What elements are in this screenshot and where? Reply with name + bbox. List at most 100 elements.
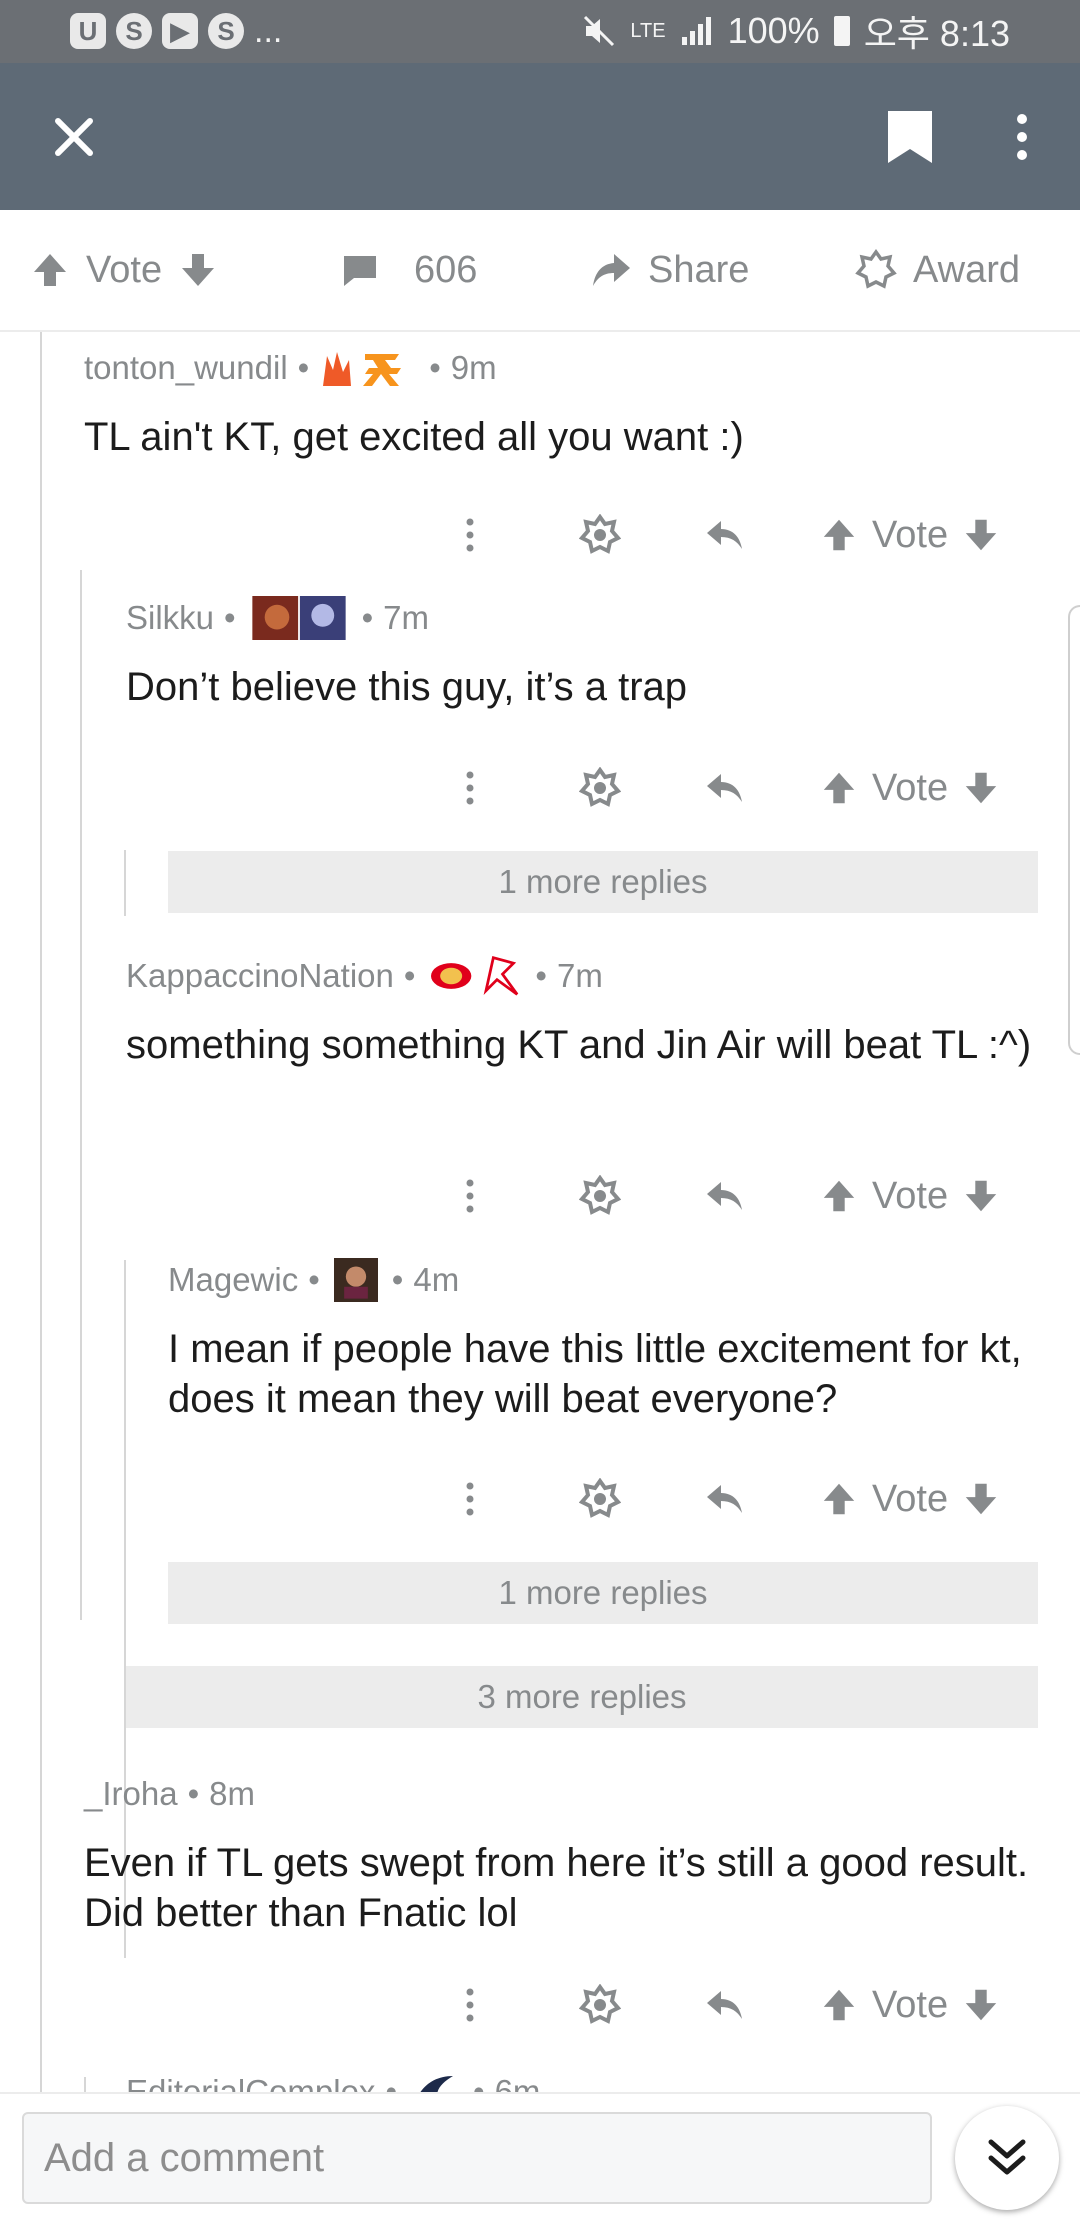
more-vert-icon[interactable] (440, 1975, 500, 2035)
comment-composer: Add a comment (0, 2092, 1080, 2220)
downvote-icon[interactable] (962, 1177, 1000, 1215)
close-icon[interactable] (44, 107, 104, 167)
champion-flair-icon (333, 1258, 378, 1302)
thread-line (84, 2077, 86, 2092)
comment-vote: Vote (820, 1975, 1040, 2035)
vote-label: Vote (872, 1983, 949, 2026)
comment-author[interactable]: Silkku (126, 599, 214, 637)
share-icon (593, 254, 630, 286)
youtube-notification-icon: ▶ (162, 13, 198, 49)
more-vert-icon[interactable] (440, 505, 500, 565)
downvote-icon[interactable] (962, 1480, 1000, 1518)
award-icon[interactable] (570, 505, 630, 565)
app-notification-icon: S (208, 13, 244, 49)
more-vert-icon[interactable] (440, 1166, 500, 1226)
comments-button[interactable]: 606 (340, 240, 477, 300)
thread-line (40, 332, 42, 2092)
comment-body: TL ain't KT, get excited all you want :) (84, 415, 744, 459)
award-icon[interactable] (570, 1469, 630, 1529)
upvote-icon[interactable] (820, 769, 858, 807)
comment-actions: Vote (440, 1469, 1040, 1529)
upvote-icon[interactable] (820, 516, 858, 554)
comment-list: tonton_wundil • • 9m TL ain't KT, get ex… (0, 332, 1080, 2092)
reply-icon[interactable] (695, 505, 755, 565)
battery-icon (833, 16, 850, 46)
upvote-icon[interactable] (820, 1986, 858, 2024)
comment-author[interactable]: KappaccinoNation (126, 957, 394, 995)
comment-body: something something KT and Jin Air will … (126, 1023, 1032, 1067)
upvote-icon[interactable] (820, 1177, 858, 1215)
comment-time: 7m (383, 599, 429, 636)
more-replies-button[interactable]: 1 more replies (168, 851, 1038, 913)
comment-actions: Vote (440, 758, 1040, 818)
battery-percent: 100% (727, 10, 820, 51)
more-replies-button[interactable]: 1 more replies (168, 1562, 1038, 1624)
downvote-icon[interactable] (962, 1986, 1000, 2024)
downvote-icon[interactable] (962, 516, 1000, 554)
award-icon[interactable] (570, 1975, 630, 2035)
award-button[interactable]: Award (855, 240, 1020, 300)
reply-icon[interactable] (695, 758, 755, 818)
comment-author[interactable]: EditorialComplex (126, 2073, 375, 2092)
post-vote: Vote (30, 240, 218, 300)
comment: tonton_wundil • • 9m TL ain't KT, get ex… (84, 346, 1044, 462)
post-action-bar: Vote 606 Share Award (0, 210, 1080, 332)
comment-body: I mean if people have this little excite… (168, 1327, 1022, 1421)
upvote-icon[interactable] (30, 250, 70, 290)
app-notification-icon: S (116, 13, 152, 49)
comment-time: 4m (413, 1261, 460, 1298)
double-chevron-down-icon (988, 2139, 1026, 2175)
downvote-icon[interactable] (178, 250, 218, 290)
network-type: LTE (630, 19, 666, 42)
comment-time: 6m (494, 2073, 541, 2092)
team-flair-icon (431, 955, 519, 996)
signal-icon (681, 17, 711, 45)
app-bar (0, 63, 1080, 210)
reply-icon[interactable] (695, 1975, 755, 2035)
comment-author[interactable]: _Iroha (84, 1775, 178, 1813)
more-replies-button[interactable]: 3 more replies (126, 1666, 1038, 1728)
comment-author[interactable]: Magewic (168, 1261, 298, 1299)
comment-input[interactable]: Add a comment (22, 2112, 932, 2204)
bookmark-icon[interactable] (882, 107, 938, 167)
comment-time: 8m (209, 1775, 255, 1812)
comment-author[interactable]: tonton_wundil (84, 349, 288, 387)
vote-label: Vote (872, 766, 949, 809)
comment-time: 7m (556, 957, 603, 994)
thread-line (80, 570, 82, 1620)
comment-actions: Vote (440, 1975, 1040, 2035)
reply-icon[interactable] (695, 1469, 755, 1529)
team-flair-icon (420, 2076, 453, 2092)
scroll-handle[interactable] (1068, 605, 1080, 1055)
share-button[interactable]: Share (590, 240, 749, 300)
comment: Silkku • • 7m Don’t believe this guy, it… (126, 596, 1046, 712)
award-icon[interactable] (570, 758, 630, 818)
next-comment-button[interactable] (955, 2106, 1059, 2210)
app-notification-icon: U (70, 13, 106, 49)
vote-label: Vote (872, 513, 949, 556)
thread-line (124, 850, 126, 916)
comment: EditorialComplex • • 6m (126, 2070, 1026, 2092)
upvote-icon[interactable] (820, 1480, 858, 1518)
comment-actions: Vote (440, 505, 1040, 565)
reply-icon[interactable] (695, 1166, 755, 1226)
comment-time: 9m (450, 349, 497, 386)
comment: Magewic • • 4m I mean if people have thi… (168, 1258, 1048, 1424)
team-flair-icon (323, 352, 402, 386)
comment: _Iroha • 8m Even if TL gets swept from h… (84, 1772, 1044, 1938)
award-icon[interactable] (570, 1166, 630, 1226)
downvote-icon[interactable] (962, 769, 1000, 807)
vote-label: Vote (86, 248, 163, 291)
share-label: Share (648, 248, 750, 291)
more-vert-icon[interactable] (1000, 107, 1044, 167)
clock: 오후 8:13 (863, 13, 1010, 54)
comment-vote: Vote (820, 1166, 1040, 1226)
more-vert-icon[interactable] (440, 1469, 500, 1529)
comment-vote: Vote (820, 758, 1040, 818)
comment-vote: Vote (820, 1469, 1040, 1529)
comment-icon (344, 256, 376, 286)
mute-icon (584, 15, 615, 47)
more-vert-icon[interactable] (440, 758, 500, 818)
comment-actions: Vote (440, 1166, 1040, 1226)
award-label: Award (913, 248, 1021, 291)
